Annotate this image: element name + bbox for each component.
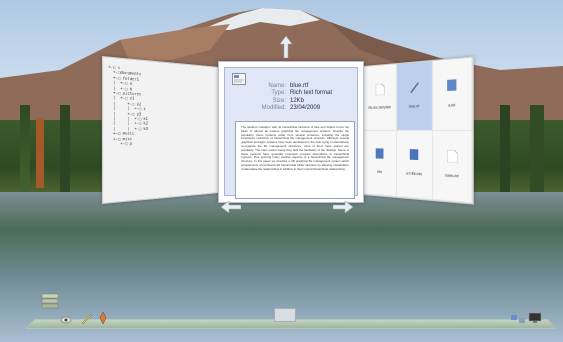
file-name: blue.rtf — [290, 83, 309, 89]
dock-center-tab[interactable] — [274, 308, 296, 322]
name-label: Name: — [268, 83, 286, 89]
file-item[interactable]: notes.txt — [433, 130, 473, 204]
file-info-panel: Name: blue.rtf Type: Rich text format Si… — [218, 61, 364, 203]
file-label: notes.txt — [444, 173, 459, 179]
folder-tree[interactable]: +-□ c +-□documents +-□ folder1 | +-□ a |… — [108, 65, 148, 147]
network-icon[interactable] — [510, 313, 526, 325]
size-label: Size: — [272, 97, 286, 104]
tree — [500, 105, 510, 195]
tree — [60, 105, 70, 195]
pen-icon — [409, 81, 419, 93]
file-label: file.doc.template — [368, 104, 392, 110]
file-label: info — [377, 169, 383, 175]
tree — [36, 118, 44, 188]
tree — [530, 105, 544, 195]
file-grid: file.doc.template blue.rtf a.txt info a.… — [363, 57, 473, 204]
file-item-selected[interactable]: blue.rtf — [396, 61, 434, 131]
folder-tree-panel[interactable]: +-□ c +-□documents +-□ folder1 | +-□ a |… — [101, 55, 220, 205]
monitor-icon[interactable] — [528, 312, 542, 324]
file-icon — [409, 149, 418, 161]
document-icon — [446, 149, 458, 163]
file-label: a.txt — [448, 102, 456, 108]
file-item[interactable]: a.txt — [433, 57, 473, 131]
file-size: 12Kb — [290, 97, 305, 104]
name-row: Name: blue.rtf — [239, 83, 359, 90]
file-label: a.b.file.info — [405, 171, 423, 177]
file-item[interactable]: info — [363, 130, 397, 197]
pencil-icon[interactable] — [80, 311, 94, 325]
file-properties: Name: blue.rtf Type: Rich text format Si… — [239, 83, 359, 112]
left-arrow-icon[interactable] — [221, 201, 241, 213]
stack-icon[interactable] — [40, 292, 60, 310]
type-row: Type: Rich text format — [239, 90, 359, 97]
file-type: Rich text format — [290, 90, 333, 97]
modified-row: Modified: 23/04/2009 — [239, 105, 359, 112]
size-row: Size: 12Kb — [239, 98, 359, 105]
preview-text: The desktop metaphor with its hierarchic… — [241, 125, 349, 171]
file-icon — [446, 78, 456, 91]
file-item[interactable]: a.b.file.info — [396, 130, 434, 200]
document-icon — [375, 83, 384, 95]
right-arrow-icon[interactable] — [333, 201, 353, 213]
type-label: Type: — [271, 90, 286, 97]
file-item[interactable]: file.doc.template — [363, 64, 397, 131]
file-modified: 23/04/2009 — [290, 104, 321, 111]
file-info-card: Name: blue.rtf Type: Rich text format Si… — [224, 67, 359, 199]
eye-icon[interactable] — [60, 315, 72, 325]
file-preview[interactable]: The desktop metaphor with its hierarchic… — [235, 121, 355, 199]
rocket-icon[interactable] — [96, 311, 110, 325]
file-label: blue.rtf — [408, 103, 420, 109]
tree — [20, 105, 30, 195]
file-icon — [375, 148, 383, 159]
modified-label: Modified: — [261, 104, 286, 111]
up-arrow-icon[interactable] — [280, 36, 292, 58]
file-grid-panel[interactable]: file.doc.template blue.rtf a.txt info a.… — [363, 56, 474, 205]
